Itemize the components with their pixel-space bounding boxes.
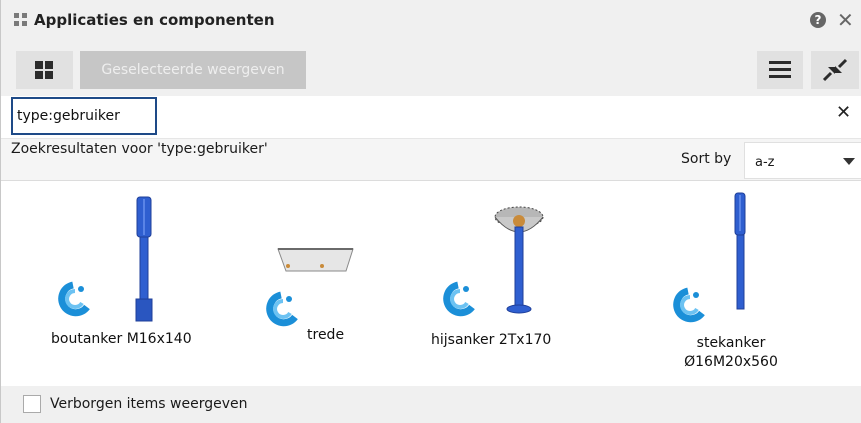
grid-view-button[interactable] [16, 51, 73, 89]
sort-select[interactable]: a-z [744, 142, 861, 179]
component-label: stekanker Ø16M20x560 [676, 334, 786, 372]
component-label-line1: stekanker [696, 335, 766, 351]
component-tile[interactable]: hijsanker 2Tx170 [426, 181, 651, 385]
anchor-bolt-thumbnail [135, 196, 153, 322]
help-icon[interactable]: ? [810, 12, 826, 28]
close-icon[interactable]: ✕ [837, 8, 854, 32]
hidden-items-checkbox[interactable] [23, 395, 41, 413]
component-label-line2: Ø16M20x560 [684, 354, 778, 370]
results-grid: boutanker M16x140 trede hijsanker 2Tx170… [1, 181, 861, 385]
collapse-icon [822, 58, 848, 82]
panel-title: Applicaties en componenten [34, 11, 275, 29]
clear-search-icon[interactable]: ✕ [836, 102, 851, 123]
search-row: ✕ [1, 96, 861, 139]
panel-titlebar: Applicaties en componenten ? ✕ [1, 0, 861, 40]
results-header: Zoekresultaten voor 'type:gebruiker' Sor… [1, 139, 861, 181]
dropdown-caret-icon [843, 158, 855, 165]
component-tile[interactable]: boutanker M16x140 [1, 181, 221, 385]
menu-button[interactable] [757, 51, 803, 89]
component-label: boutanker M16x140 [51, 331, 192, 347]
search-input[interactable] [11, 97, 157, 135]
custom-component-icon [58, 281, 90, 317]
results-summary: Zoekresultaten voor 'type:gebruiker' [11, 141, 268, 157]
custom-component-icon [673, 287, 705, 323]
show-selected-button[interactable]: Geselecteerde weergeven [80, 51, 306, 89]
component-label: trede [307, 327, 345, 343]
grip-icon[interactable] [14, 13, 28, 27]
sort-value: a-z [755, 155, 775, 170]
component-tile[interactable]: stekanker Ø16M20x560 [651, 181, 861, 385]
step-thumbnail [277, 248, 354, 272]
component-label: hijsanker 2Tx170 [431, 332, 552, 348]
custom-component-icon [266, 291, 298, 327]
applications-components-panel: Applicaties en componenten ? ✕ Geselecte… [0, 0, 861, 423]
collapse-button[interactable] [811, 51, 859, 89]
component-tile[interactable]: trede [226, 181, 426, 385]
hidden-items-label[interactable]: Verborgen items weergeven [50, 396, 247, 412]
footer: Verborgen items weergeven [1, 386, 861, 423]
toolbar: Geselecteerde weergeven [1, 40, 861, 96]
custom-component-icon [443, 281, 475, 317]
sort-label: Sort by [681, 151, 732, 167]
